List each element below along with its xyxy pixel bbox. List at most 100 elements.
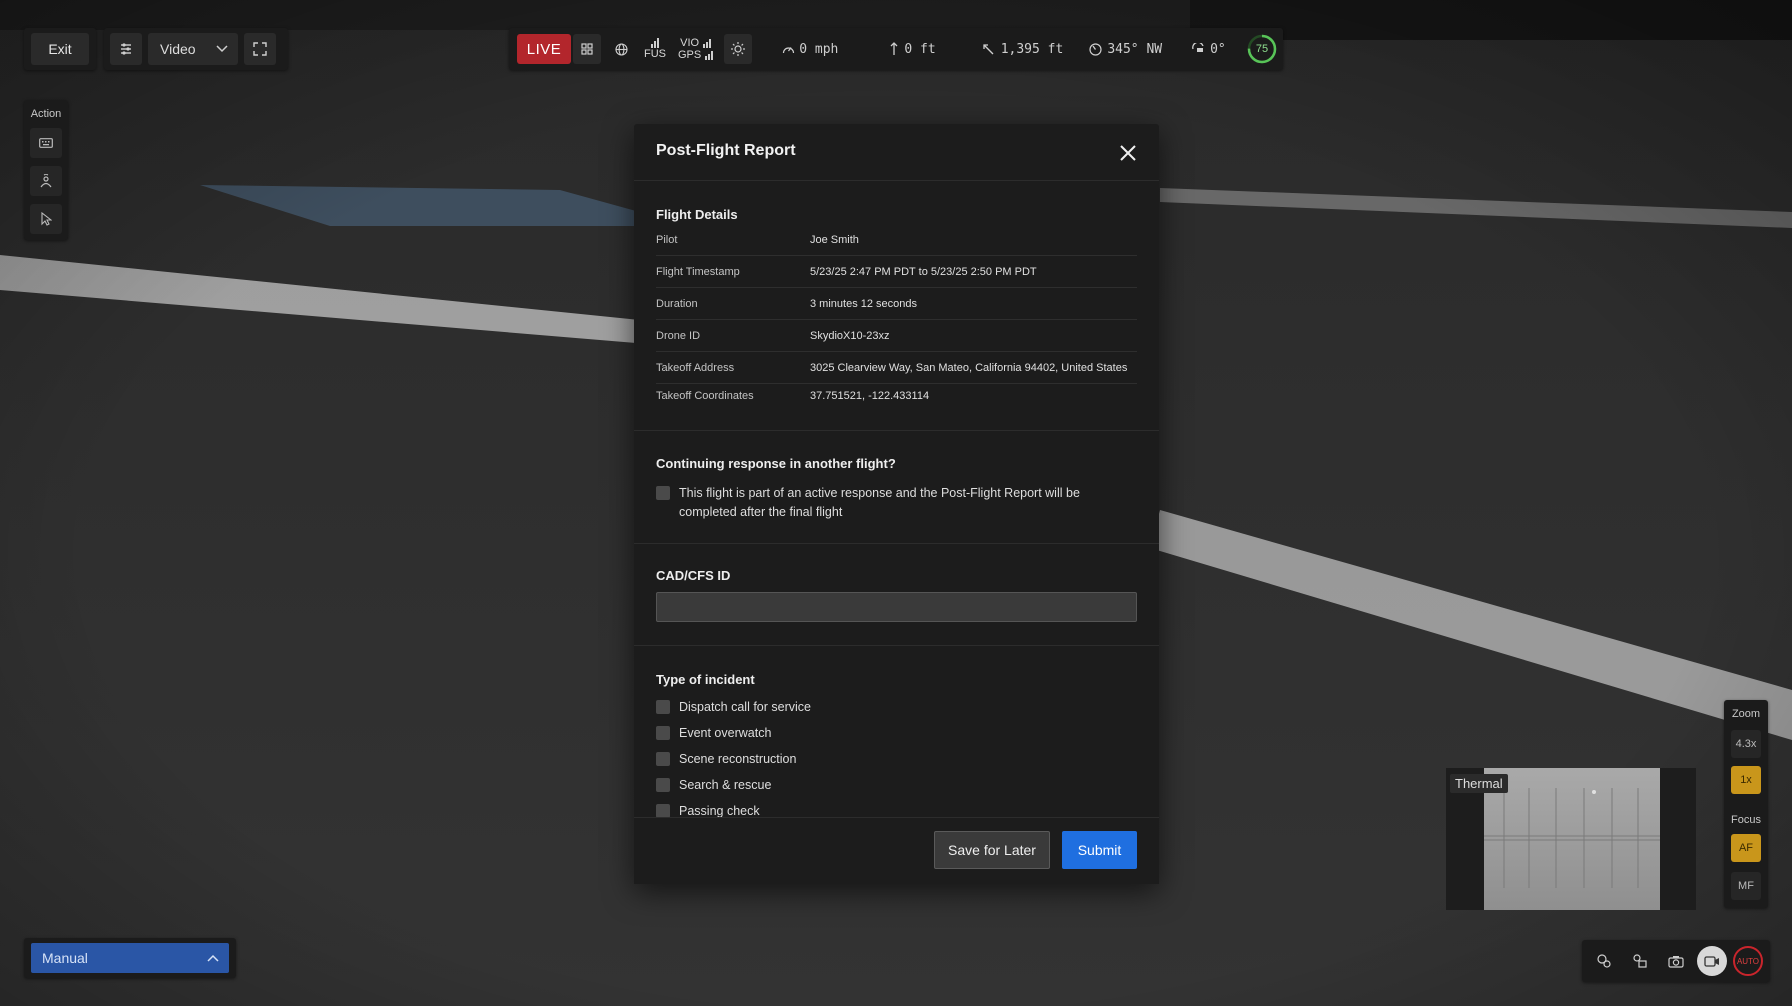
detail-row-takeoff-coordinates: Takeoff Coordinates 37.751521, -122.4331… [656, 384, 1137, 412]
distance-value: 1,395 ft [1000, 41, 1064, 57]
save-for-later-button[interactable]: Save for Later [934, 831, 1050, 869]
exit-button[interactable]: Exit [31, 33, 89, 65]
heading-value: 345° NW [1107, 41, 1163, 57]
vio-label: VIO [680, 37, 700, 49]
altitude-readout: 0 ft [890, 41, 936, 57]
chevron-up-icon [207, 954, 219, 962]
action-label: Action [30, 108, 62, 120]
target-location-button[interactable] [1589, 946, 1619, 976]
incident-checkbox[interactable] [656, 726, 670, 740]
brightness-button[interactable] [724, 34, 753, 64]
compass-icon [1089, 42, 1102, 56]
pilot-marker-button[interactable] [30, 166, 62, 196]
sliders-icon [119, 42, 133, 56]
detail-row-duration: Duration 3 minutes 12 seconds [656, 288, 1137, 320]
gimbal-value: 0° [1210, 41, 1226, 57]
keyboard-icon [39, 138, 53, 148]
signal-bars-icon [703, 38, 712, 48]
focus-option-mf[interactable]: MF [1731, 872, 1761, 900]
auto-record-button[interactable]: AUTO [1733, 946, 1763, 976]
incident-checkbox[interactable] [656, 778, 670, 792]
layout-button[interactable] [573, 34, 601, 64]
detail-key: Takeoff Address [656, 362, 735, 374]
flight-mode-select[interactable]: Manual [31, 943, 229, 973]
pointer-button[interactable] [30, 204, 62, 234]
zoom-label: Zoom [1731, 708, 1761, 720]
incident-option-scene-reconstruction[interactable]: Scene reconstruction [656, 746, 1137, 772]
dialog-footer: Save for Later Submit [634, 817, 1159, 884]
overlay-button[interactable] [1625, 946, 1655, 976]
chevron-down-icon [216, 45, 228, 53]
detail-row-drone-id: Drone ID SkydioX10-23xz [656, 320, 1137, 352]
incident-option-dispatch[interactable]: Dispatch call for service [656, 694, 1137, 720]
gimbal-readout: 0° [1192, 42, 1226, 57]
cursor-icon [40, 212, 52, 226]
photo-button[interactable] [1661, 946, 1691, 976]
flight-details-heading: Flight Details [656, 207, 738, 222]
video-record-button[interactable] [1697, 946, 1727, 976]
continuing-response-checkbox[interactable] [656, 486, 670, 500]
detail-row-pilot: Pilot Joe Smith [656, 234, 1137, 256]
incident-type-section: Type of incident Dispatch call for servi… [634, 646, 1159, 819]
cad-cfs-section: CAD/CFS ID [634, 544, 1159, 646]
incident-option-label: Search & rescue [679, 778, 772, 792]
continuing-response-label: This flight is part of an active respons… [679, 486, 1080, 519]
incident-checkbox[interactable] [656, 804, 670, 818]
keyboard-button[interactable] [30, 128, 62, 158]
post-flight-report-dialog: Post-Flight Report Flight Details Pilot … [634, 124, 1159, 884]
altitude-arrow-icon [890, 42, 898, 56]
dialog-header: Post-Flight Report [634, 124, 1159, 181]
thermal-preview[interactable]: Thermal [1446, 768, 1696, 910]
continuing-response-option[interactable]: This flight is part of an active respons… [656, 484, 1137, 522]
dialog-body[interactable]: Flight Details Pilot Joe Smith Flight Ti… [634, 181, 1159, 819]
thermal-image [1484, 768, 1660, 910]
continuing-response-heading: Continuing response in another flight? [656, 456, 896, 471]
expand-button[interactable] [244, 33, 276, 65]
detail-key: Takeoff Coordinates [656, 390, 754, 402]
detail-row-takeoff-address: Takeoff Address 3025 Clearview Way, San … [656, 352, 1137, 384]
incident-option-passing-check[interactable]: Passing check [656, 798, 1137, 819]
exit-panel: Exit [24, 28, 96, 70]
detail-key: Duration [656, 298, 698, 310]
submit-button[interactable]: Submit [1062, 831, 1137, 869]
detail-value: 5/23/25 2:47 PM PDT to 5/23/25 2:50 PM P… [810, 266, 1037, 278]
detail-value: SkydioX10-23xz [810, 330, 890, 342]
signal-bars-icon [651, 38, 659, 48]
cad-cfs-input[interactable] [656, 592, 1137, 622]
battery-value: 75 [1255, 43, 1269, 55]
zoom-option-1x[interactable]: 1x [1731, 766, 1761, 794]
continuing-response-section: Continuing response in another flight? T… [634, 431, 1159, 544]
zoom-option-4-3x[interactable]: 4.3x [1731, 730, 1761, 758]
incident-checkbox[interactable] [656, 700, 670, 714]
cad-cfs-heading: CAD/CFS ID [656, 568, 731, 583]
close-button[interactable] [1117, 142, 1139, 164]
incident-option-event-overwatch[interactable]: Event overwatch [656, 720, 1137, 746]
detail-row-flight-timestamp: Flight Timestamp 5/23/25 2:47 PM PDT to … [656, 256, 1137, 288]
layers-icon [1632, 953, 1648, 969]
dialog-title: Post-Flight Report [656, 142, 796, 159]
altitude-value: 0 ft [904, 41, 936, 57]
detail-key: Drone ID [656, 330, 701, 342]
thermal-label: Thermal [1450, 774, 1508, 793]
incident-checkbox[interactable] [656, 752, 670, 766]
detail-value: 3025 Clearview Way, San Mateo, Californi… [810, 362, 1128, 374]
detail-key: Flight Timestamp [656, 266, 740, 278]
settings-button[interactable] [110, 33, 142, 65]
distance-arrow-icon [982, 43, 995, 56]
zoom-focus-panel: Zoom 4.3x 1x Focus AF MF [1724, 700, 1768, 908]
view-mode-select[interactable]: Video [148, 33, 238, 65]
detail-value: 37.751521, -122.433114 [810, 390, 930, 402]
focus-option-af[interactable]: AF [1731, 834, 1761, 862]
gimbal-icon [1192, 43, 1205, 55]
speed-readout: 0 mph [782, 42, 838, 57]
video-camera-icon [1704, 955, 1720, 967]
incident-option-search-rescue[interactable]: Search & rescue [656, 772, 1137, 798]
flight-details-section: Flight Details Pilot Joe Smith Flight Ti… [634, 181, 1159, 431]
detail-value: 3 minutes 12 seconds [810, 298, 918, 310]
incident-option-label: Scene reconstruction [679, 752, 797, 766]
live-button[interactable]: LIVE [517, 34, 571, 64]
focus-label: Focus [1731, 814, 1761, 826]
flight-mode-panel: Manual [24, 938, 236, 978]
capture-toolbar: AUTO [1582, 940, 1770, 982]
incident-option-label: Dispatch call for service [679, 700, 811, 714]
